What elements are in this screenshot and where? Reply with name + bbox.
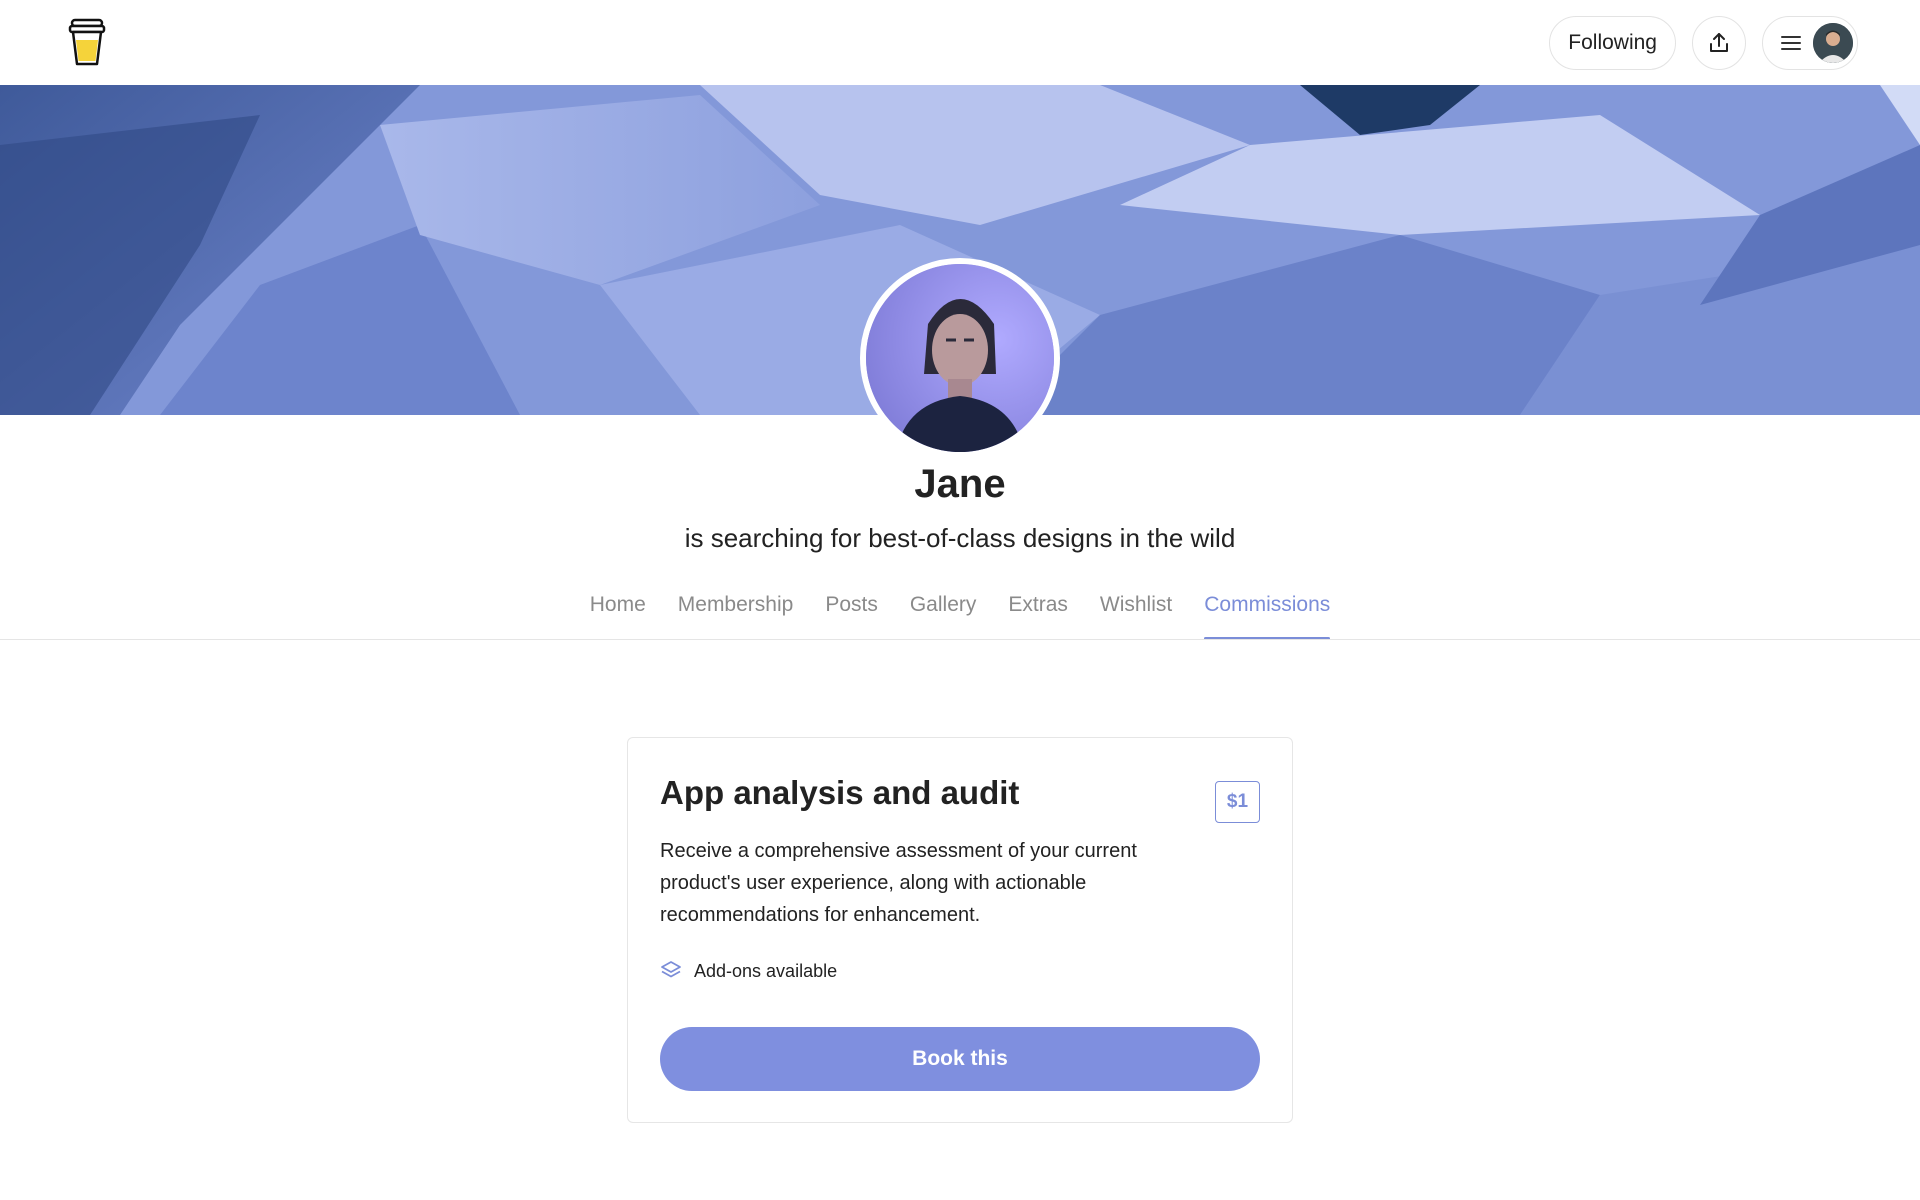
account-menu-button[interactable] [1762, 16, 1858, 70]
commission-title: App analysis and audit [660, 774, 1020, 811]
profile-tagline: is searching for best-of-class designs i… [684, 523, 1236, 553]
profile-name: Jane [914, 462, 1006, 506]
tab-wishlist[interactable]: Wishlist [1100, 580, 1172, 640]
commission-card: App analysis and audit $1 Receive a comp… [627, 737, 1293, 1123]
tab-home[interactable]: Home [590, 580, 646, 640]
share-button[interactable] [1692, 16, 1746, 70]
commission-description: Receive a comprehensive assessment of yo… [660, 840, 1137, 926]
hamburger-menu-icon [1781, 36, 1801, 50]
profile-avatar [860, 258, 1060, 458]
tab-posts[interactable]: Posts [825, 580, 878, 640]
user-avatar [1813, 23, 1853, 63]
tab-commissions[interactable]: Commissions [1204, 580, 1331, 640]
top-bar: Following [0, 0, 1920, 85]
share-icon [1710, 33, 1728, 52]
buy-me-a-coffee-logo-icon[interactable] [68, 18, 106, 68]
addons-indicator: Add-ons available [660, 960, 837, 982]
following-button[interactable]: Following [1549, 16, 1676, 70]
tab-gallery[interactable]: Gallery [910, 580, 977, 640]
price-badge: $1 [1215, 781, 1260, 823]
book-this-button[interactable]: Book this [660, 1027, 1260, 1091]
tab-membership[interactable]: Membership [678, 580, 794, 640]
addons-label: Add-ons available [694, 960, 838, 981]
tabs-divider [0, 639, 1920, 640]
top-actions: Following [1549, 16, 1858, 70]
layers-icon [661, 961, 681, 978]
tab-extras[interactable]: Extras [1008, 580, 1068, 640]
profile-tabs: Home Membership Posts Gallery Extras Wis… [0, 580, 1920, 640]
